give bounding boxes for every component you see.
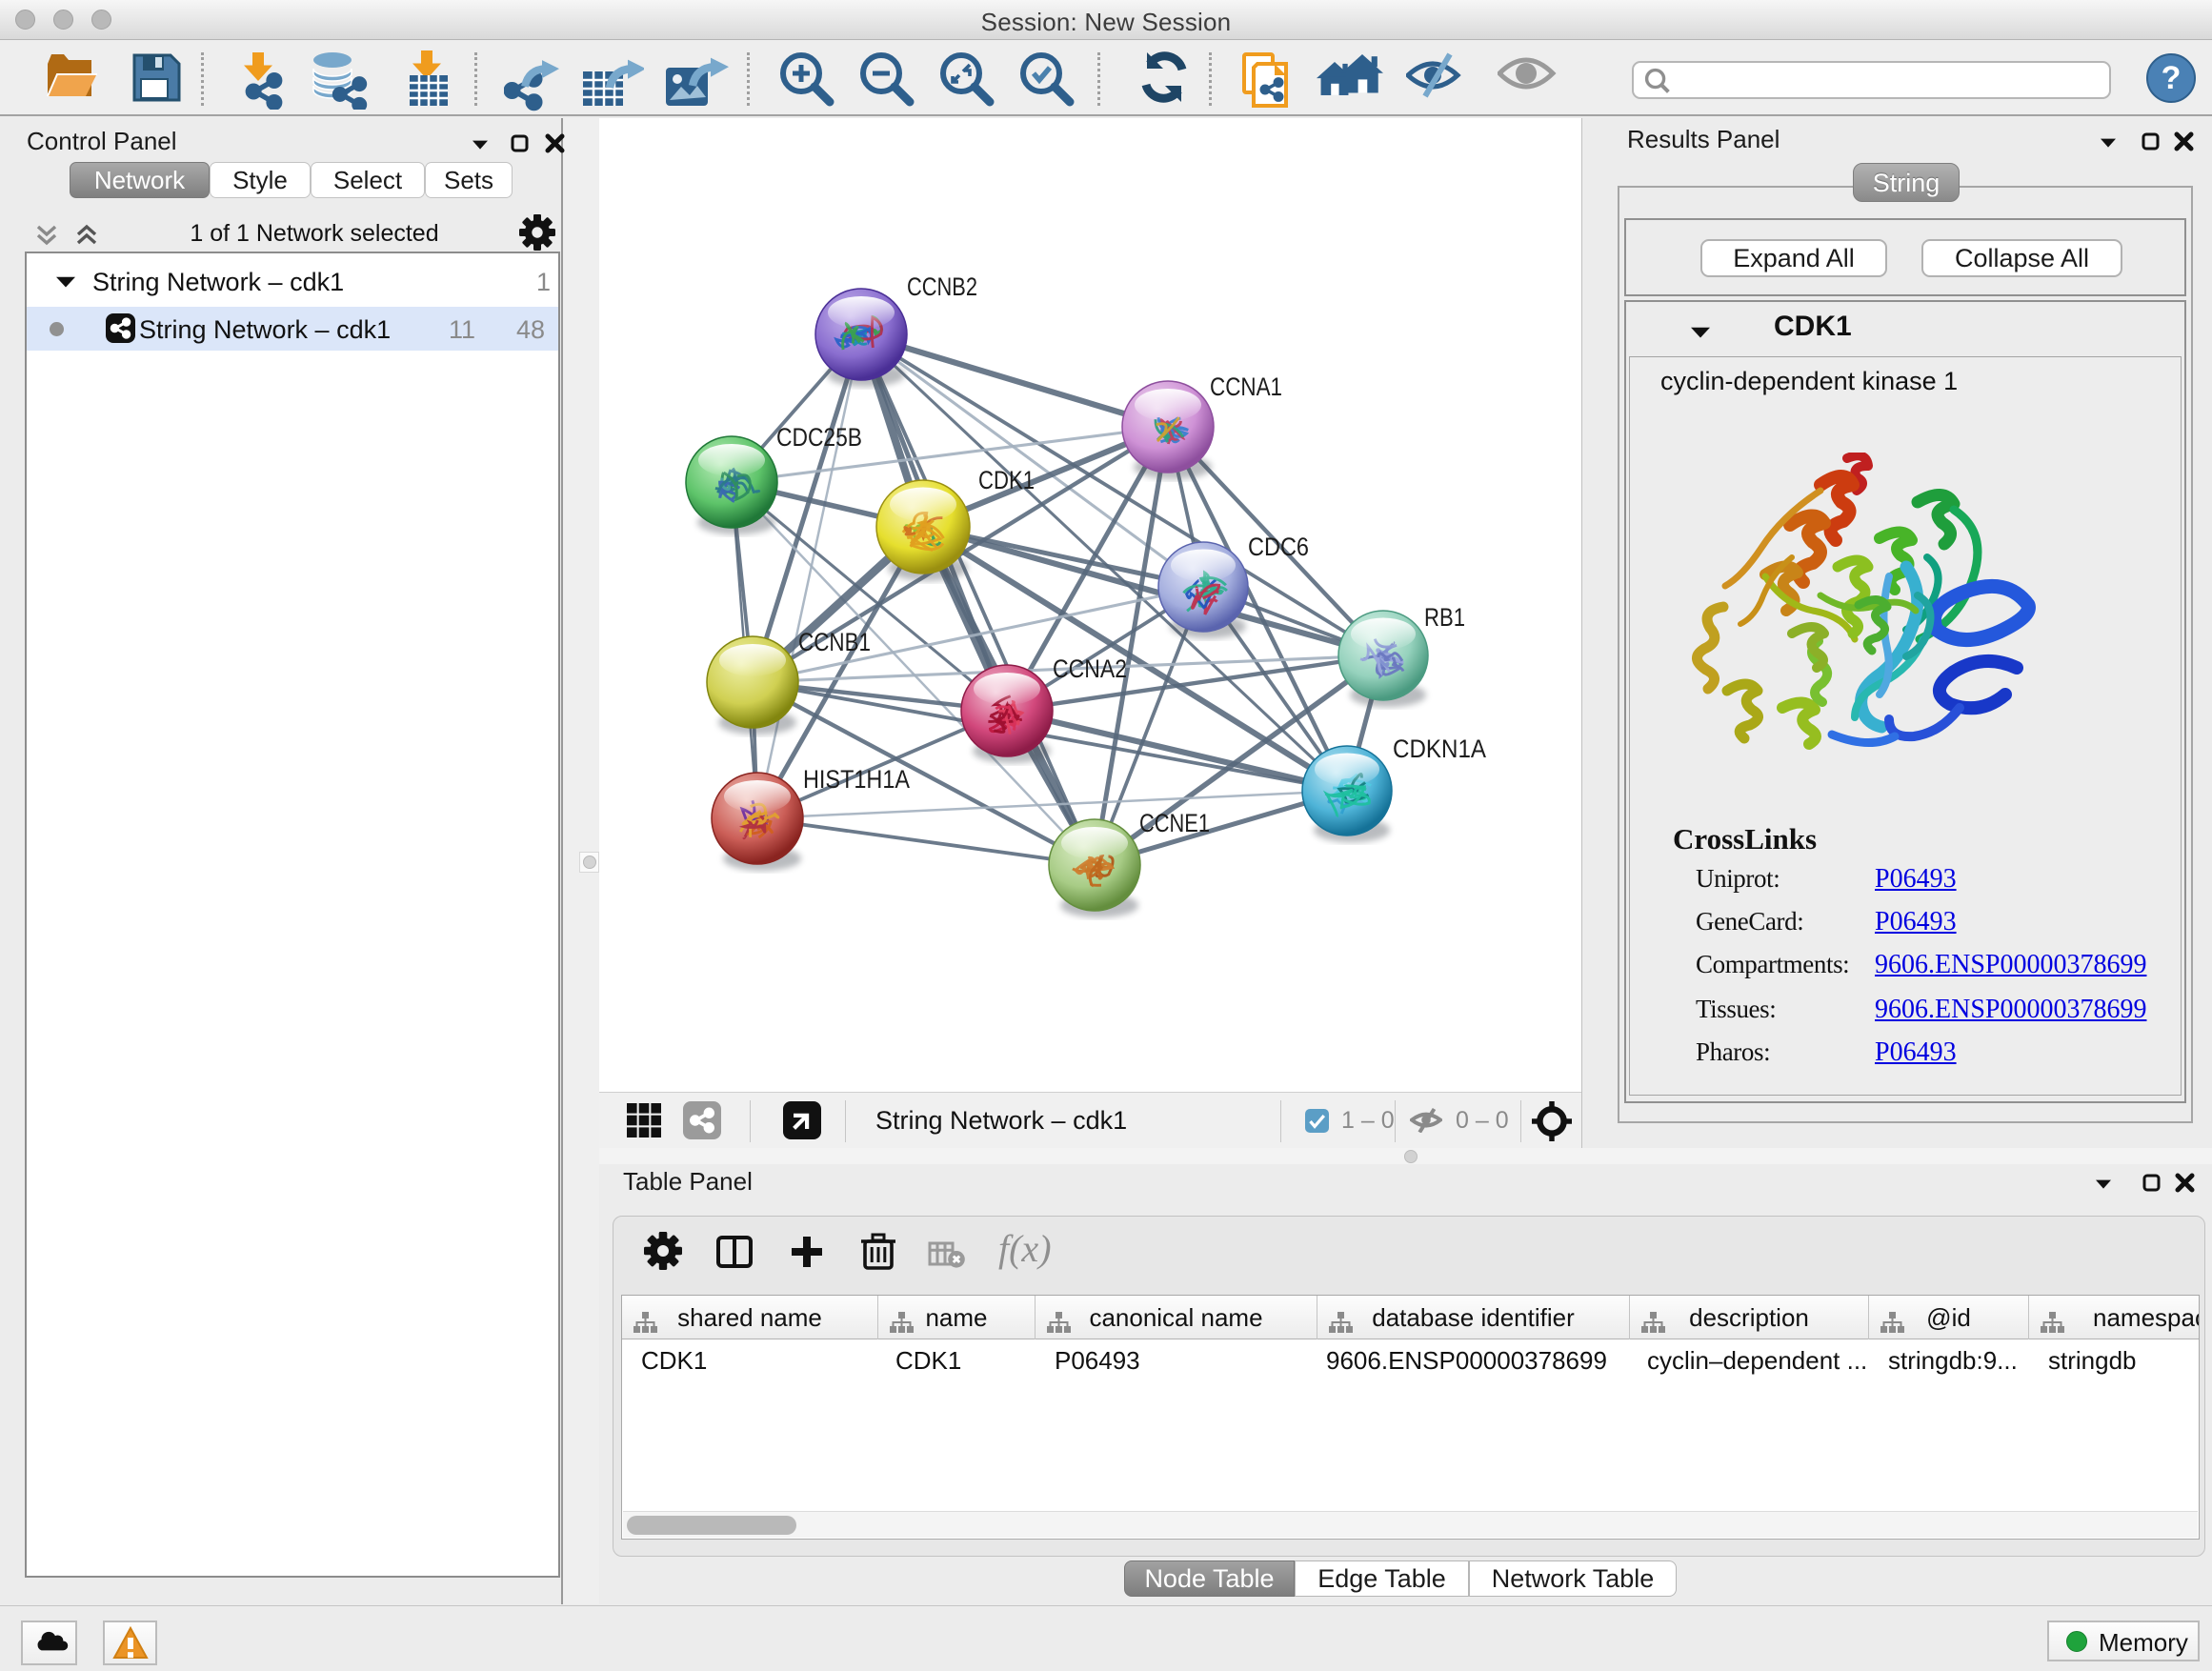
- svg-text:CDKN1A: CDKN1A: [1393, 735, 1486, 763]
- svg-text:CCNB1: CCNB1: [798, 628, 871, 656]
- svg-text:CCNA2: CCNA2: [1053, 654, 1127, 683]
- svg-text:CCNE1: CCNE1: [1139, 809, 1210, 837]
- svg-text:HIST1H1A: HIST1H1A: [803, 765, 910, 794]
- svg-text:CDC25B: CDC25B: [776, 423, 862, 452]
- svg-text:CCNA1: CCNA1: [1210, 372, 1282, 401]
- svg-text:RB1: RB1: [1424, 603, 1465, 632]
- svg-text:CDC6: CDC6: [1248, 533, 1309, 561]
- svg-text:?: ?: [2162, 60, 2182, 96]
- svg-text:CCNB2: CCNB2: [907, 272, 977, 301]
- svg-text:CDK1: CDK1: [978, 466, 1035, 494]
